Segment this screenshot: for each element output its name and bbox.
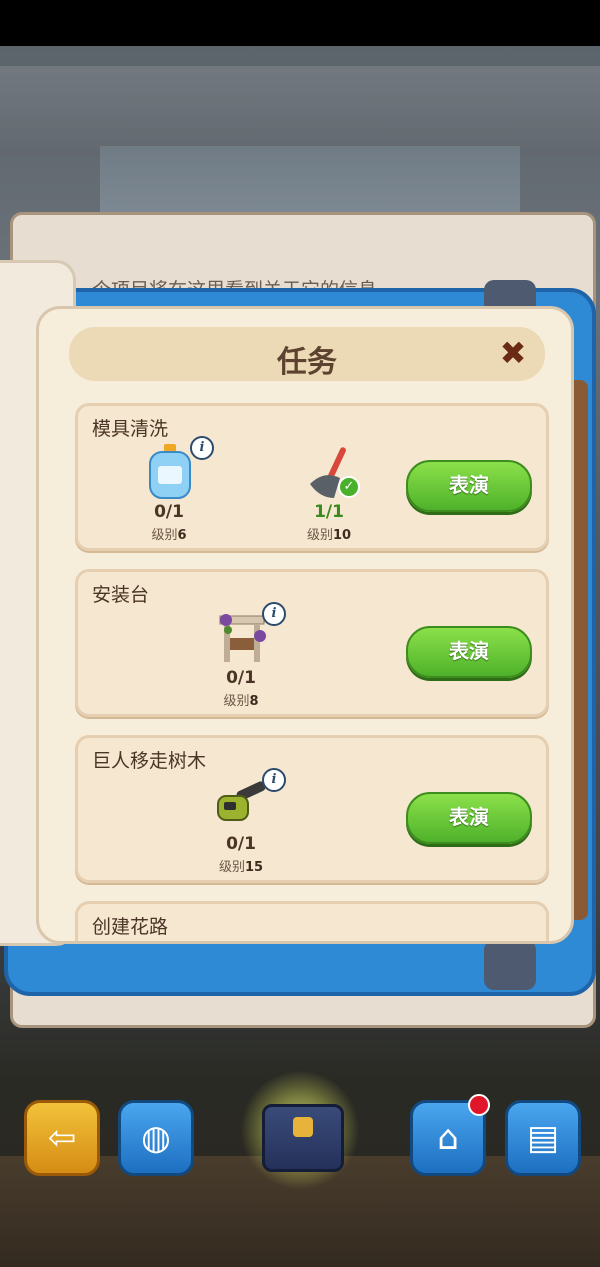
requirement-item[interactable]: i 0/1 级别6 xyxy=(124,436,214,546)
dialog-title: 任务 xyxy=(277,345,337,380)
notification-badge xyxy=(468,1094,490,1116)
task-title: 创建花路 xyxy=(92,916,169,938)
task-card: 安装台 i 0/1 级别8 表演 xyxy=(75,569,549,717)
info-icon[interactable]: i xyxy=(262,602,286,626)
task-card: 创建花路 xyxy=(75,901,549,941)
chainsaw-icon xyxy=(217,781,266,821)
checkmark-icon: ✓ xyxy=(338,476,360,498)
tasks-dialog: 任务 ✖ 模具清洗 i 0/1 级别6 ✓ 1/1 级别10 表演 安装台 i … xyxy=(36,306,574,944)
close-icon[interactable]: ✖ xyxy=(497,337,529,369)
task-card: 模具清洗 i 0/1 级别6 ✓ 1/1 级别10 表演 xyxy=(75,403,549,551)
treasure-chest-icon[interactable] xyxy=(262,1104,344,1172)
backpack-icon[interactable]: ◍ xyxy=(118,1100,194,1176)
book-tab-bottom xyxy=(484,940,536,990)
dialog-titlebar: 任务 ✖ xyxy=(69,327,545,381)
book-icon[interactable]: ▤ xyxy=(505,1100,581,1176)
task-title: 巨人移走树木 xyxy=(92,750,207,772)
requirement-level: 级别6 xyxy=(151,528,187,543)
workbench-icon xyxy=(219,614,266,662)
task-title: 安装台 xyxy=(92,584,150,606)
exit-icon[interactable]: ⇦ xyxy=(24,1100,100,1176)
requirement-level: 级别8 xyxy=(223,694,259,709)
requirement-count: 0/1 xyxy=(226,834,256,854)
requirement-level: 级别15 xyxy=(218,860,264,875)
perform-button[interactable]: 表演 xyxy=(406,626,532,678)
detergent-bottle-icon xyxy=(149,444,191,499)
info-icon[interactable]: i xyxy=(262,768,286,792)
requirement-count: 0/1 xyxy=(154,502,184,522)
requirement-level: 级别10 xyxy=(306,528,352,543)
perform-button[interactable]: 表演 xyxy=(406,792,532,844)
perform-button[interactable]: 表演 xyxy=(406,460,532,512)
requirement-count: 1/1 xyxy=(314,502,344,522)
chest-lock xyxy=(293,1117,313,1137)
requirement-item[interactable]: i 0/1 级别8 xyxy=(196,602,286,712)
requirement-count: 0/1 xyxy=(226,668,256,688)
info-icon[interactable]: i xyxy=(190,436,214,460)
requirement-item[interactable]: ✓ 1/1 级别10 xyxy=(284,436,374,546)
ceiling-beam xyxy=(0,66,600,156)
task-card: 巨人移走树木 i 0/1 级别15 表演 xyxy=(75,735,549,883)
requirement-item[interactable]: i 0/1 级别15 xyxy=(196,768,286,878)
